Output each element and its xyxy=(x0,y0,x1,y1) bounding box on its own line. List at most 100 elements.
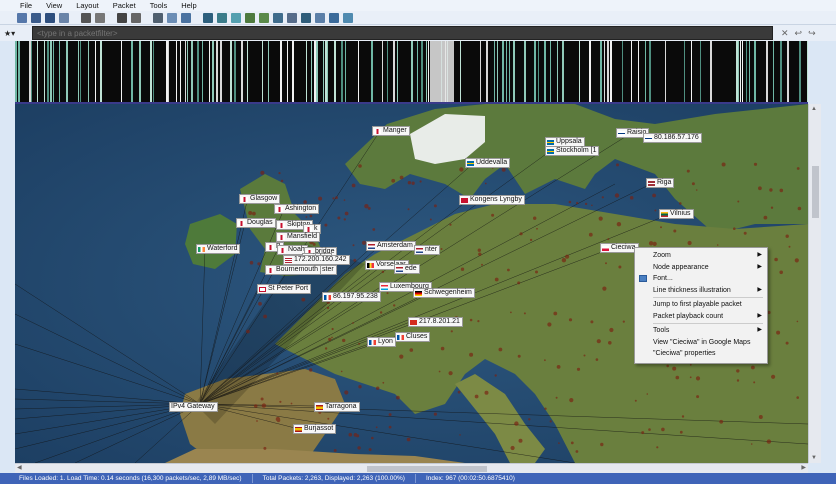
map-node-burjassot[interactable]: Burjassot xyxy=(293,424,337,434)
menu-jump-first[interactable]: Jump to first playable packet xyxy=(635,299,767,311)
map-node-nter[interactable]: nter xyxy=(414,245,441,255)
map-node-amsterdam[interactable]: Amsterdam xyxy=(366,241,416,251)
timeline-cursor[interactable] xyxy=(430,41,454,104)
map-node-ede[interactable]: ede xyxy=(394,264,420,274)
map-node-glasgow[interactable]: Glasgow xyxy=(239,194,281,204)
timeline-icon[interactable] xyxy=(245,12,255,23)
favorite-filter-icon[interactable]: ★▾ xyxy=(4,29,32,38)
city-dot xyxy=(332,197,335,200)
map-node-st-peter-port[interactable]: St Peter Port xyxy=(257,284,312,294)
menu-node-appearance[interactable]: Node appearance ▶ xyxy=(635,262,767,274)
map-node-mansfield[interactable]: Mansfield xyxy=(276,232,320,242)
packet-timeline[interactable] xyxy=(15,41,808,104)
map-node-lyon[interactable]: Lyon xyxy=(367,337,396,347)
map-node-ip-217[interactable]: 217.8.201.21 xyxy=(408,317,463,327)
map-node-label: Vilnius xyxy=(670,210,691,217)
menu-playback-count[interactable]: Packet playback count ▶ xyxy=(635,311,767,323)
map-node-bournemouth[interactable]: Bournemouth xyxy=(265,265,322,275)
menu-font[interactable]: Font... xyxy=(635,273,767,285)
submenu-arrow-icon: ▶ xyxy=(757,286,762,293)
timeline-icon-2[interactable] xyxy=(315,12,325,23)
horizontal-scrollbar[interactable]: ◀ ▶ xyxy=(15,463,808,473)
graph-icon-2[interactable] xyxy=(273,12,283,23)
map-node-ip-172[interactable]: 172.200.160.242 xyxy=(283,255,350,265)
timeline-bar xyxy=(150,41,152,104)
node-icon[interactable] xyxy=(167,12,177,23)
map-node-kongens-lyngby[interactable]: Kongens Lyngby xyxy=(459,195,525,205)
map-node-cieciwa[interactable]: Cieciwa xyxy=(600,243,639,253)
menu-tools[interactable]: Tools ▶ xyxy=(635,325,767,337)
city-dot xyxy=(484,390,489,395)
packet-filter-input[interactable] xyxy=(32,26,773,40)
map-node-manger[interactable]: Manger xyxy=(372,126,410,136)
map-node-ashington[interactable]: Ashington xyxy=(274,204,320,214)
print-icon[interactable] xyxy=(59,12,69,23)
menu-file[interactable]: File xyxy=(20,1,32,10)
map-node-label: Douglas xyxy=(247,219,273,226)
list-icon-2[interactable] xyxy=(301,12,311,23)
map-node-uddevalla[interactable]: Uddevalla xyxy=(465,158,511,168)
flag-icon xyxy=(305,226,312,232)
scroll-left-icon[interactable]: ◀ xyxy=(17,464,22,471)
bar-icon-2[interactable] xyxy=(287,12,297,23)
map-icon[interactable] xyxy=(153,12,163,23)
map-node-waterford[interactable]: Waterford xyxy=(196,244,241,254)
save-as-icon[interactable] xyxy=(45,12,55,23)
menu-line-thickness[interactable]: Line thickness illustration ▶ xyxy=(635,285,767,297)
chart-icon[interactable] xyxy=(181,12,191,23)
clear-filter-icon[interactable]: ✕ xyxy=(781,28,789,39)
map-node-douglas[interactable]: Douglas xyxy=(236,218,276,228)
timeline-bar xyxy=(234,41,236,104)
bar-icon[interactable] xyxy=(217,12,227,23)
city-dot xyxy=(309,214,313,218)
vertical-scroll-thumb[interactable] xyxy=(812,166,819,218)
timeline-bar xyxy=(562,41,564,104)
menu-tools[interactable]: Tools xyxy=(150,1,168,10)
map-node-riga[interactable]: Riga xyxy=(646,178,675,188)
map-node-stockholm[interactable]: Stockholm [1 xyxy=(545,146,600,156)
map-node-ipv4-gateway[interactable]: IPv4 Gateway xyxy=(169,402,218,412)
grid-icon[interactable] xyxy=(131,12,141,23)
save-icon[interactable] xyxy=(31,12,41,23)
node-icon-2[interactable] xyxy=(343,12,353,23)
scroll-down-icon[interactable]: ▼ xyxy=(811,455,817,461)
timeline-bar xyxy=(212,41,214,104)
menu-layout[interactable]: Layout xyxy=(76,1,99,10)
list-icon[interactable] xyxy=(231,12,241,23)
flag-icon xyxy=(324,294,331,300)
geo-map[interactable]: Manger Uppsala Stockholm [1 Raisio 80.186.57… xyxy=(15,104,808,463)
city-dot xyxy=(687,240,692,246)
map-node-tarragona[interactable]: Tarragona xyxy=(314,402,360,412)
timeline-bar xyxy=(534,41,536,104)
scroll-right-icon[interactable]: ▶ xyxy=(801,464,806,471)
menu-packet[interactable]: Packet xyxy=(113,1,136,10)
menu-properties[interactable]: "Cieciwa" properties xyxy=(635,348,767,360)
chart-icon-2[interactable] xyxy=(259,12,269,23)
map-icon-2[interactable] xyxy=(329,12,339,23)
graph-icon[interactable] xyxy=(203,12,213,23)
camera-icon[interactable] xyxy=(117,12,127,23)
map-node-schwegenheim[interactable]: Schwegenheim xyxy=(413,288,475,298)
menu-view[interactable]: View xyxy=(46,1,62,10)
undo-icon[interactable]: ↩ xyxy=(795,28,803,39)
city-dot xyxy=(565,254,570,259)
menu-zoom[interactable]: Zoom ▶ xyxy=(635,250,767,262)
map-node-ip-80[interactable]: 80.186.57.176 xyxy=(643,133,702,143)
map-node-ip-86[interactable]: 86.197.95.238 xyxy=(322,292,381,302)
redo-icon[interactable]: ↪ xyxy=(808,28,816,39)
map-node-cluses[interactable]: Cluses xyxy=(395,332,431,342)
map-node-vilnius[interactable]: Vilnius xyxy=(659,209,694,219)
city-dot xyxy=(371,436,374,440)
timeline-bar xyxy=(292,41,294,104)
layout-icon[interactable] xyxy=(95,12,105,23)
menu-help[interactable]: Help xyxy=(181,1,196,10)
city-dot xyxy=(583,354,586,357)
flag-icon xyxy=(369,339,376,345)
city-dot xyxy=(514,421,519,426)
open-icon[interactable] xyxy=(17,12,27,23)
settings-icon[interactable] xyxy=(81,12,91,23)
scroll-up-icon[interactable]: ▲ xyxy=(811,106,817,112)
menu-google-maps[interactable]: View "Cieciwa" in Google Maps xyxy=(635,337,767,349)
horizontal-scroll-thumb[interactable] xyxy=(367,466,487,472)
vertical-scrollbar[interactable]: ▲ ▼ xyxy=(808,104,821,463)
